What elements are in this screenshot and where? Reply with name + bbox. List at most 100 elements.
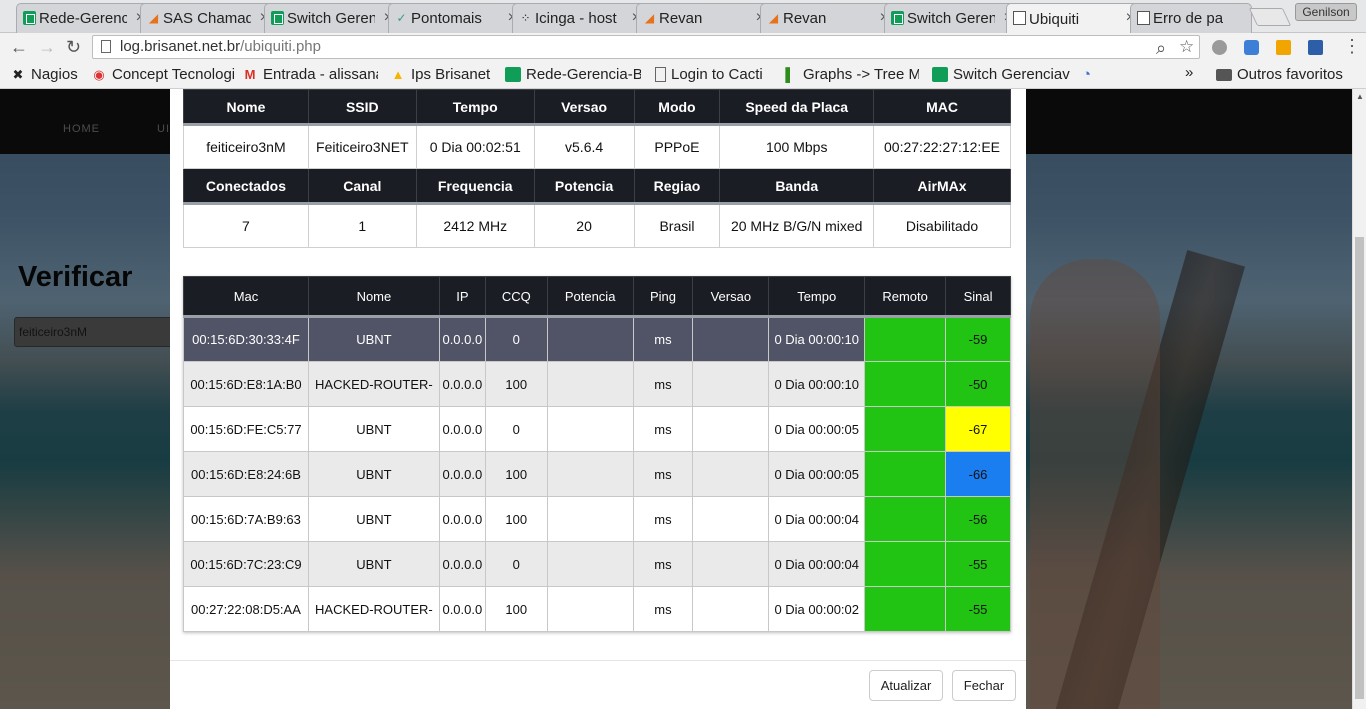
column-header[interactable]: Versao — [692, 276, 770, 318]
device-info-table: Nome SSID Tempo Versao Modo Speed da Placa MAC… — [183, 89, 1011, 248]
reload-icon[interactable]: ↻ — [66, 37, 81, 58]
browser-toolbar: ← → ↻ log.brisanet.net.br/ubiquiti.php ⌕… — [0, 33, 1366, 61]
cell-remoto — [864, 586, 947, 632]
cell-potencia — [546, 406, 634, 452]
column-header[interactable]: Nome — [307, 276, 440, 318]
cell-ccq: 0 — [484, 316, 548, 362]
address-bar[interactable]: log.brisanet.net.br/ubiquiti.php ⌕ ☆ — [92, 35, 1200, 59]
forward-icon[interactable]: → — [38, 37, 56, 58]
table-row[interactable]: 00:15:6D:E8:24:6B UBNT 0.0.0.0 100 ms 0 Dia 0… — [183, 451, 1011, 497]
tab-pontomais[interactable]: ✓ Pontomais × — [388, 3, 526, 33]
menu-icon[interactable]: ⋮ — [1343, 36, 1361, 57]
sheet-icon — [891, 11, 904, 25]
doc-icon — [655, 67, 666, 82]
cell-mac: 00:15:6D:E8:24:6B — [183, 451, 309, 497]
cell-tempo: 0 Dia 00:00:05 — [768, 406, 866, 452]
info-value-cell: 1 — [307, 203, 417, 248]
page-scrollbar[interactable]: ▲ — [1352, 89, 1366, 709]
column-header[interactable]: Mac — [183, 276, 309, 318]
tab-title: Ubiquiti — [1029, 10, 1080, 28]
cell-versao — [692, 316, 770, 362]
cell-ccq: 0 — [484, 406, 548, 452]
column-header[interactable]: Remoto — [864, 276, 947, 318]
bookmarks-bar: ✖ Nagios ◉ Concept Tecnologia M Entrada … — [0, 61, 1366, 89]
new-tab-button[interactable] — [1248, 8, 1292, 26]
refresh-button[interactable]: Atualizar — [869, 670, 943, 701]
tab-sas-chamados[interactable]: ◢ SAS Chamados × — [140, 3, 278, 33]
cell-versao — [692, 361, 770, 407]
info-header-cell: Banda — [719, 168, 875, 205]
table-row[interactable]: 00:15:6D:FE:C5:77 UBNT 0.0.0.0 0 ms 0 Dia 00:… — [183, 406, 1011, 452]
bookmark-rede-gerencia[interactable]: Rede-Gerencia-Brisanet — [505, 66, 641, 83]
column-header[interactable]: Potencia — [546, 276, 634, 318]
bookmark-nagios[interactable]: ✖ Nagios — [10, 66, 82, 83]
column-header[interactable]: CCQ — [484, 276, 548, 318]
bookmark-gmail[interactable]: M Entrada - alissana — [242, 66, 378, 83]
tab-erro-de-pagina[interactable]: Erro de pagina — [1130, 3, 1252, 33]
sheet-icon — [932, 67, 948, 82]
cell-ccq: 0 — [484, 541, 548, 587]
info-value-cell: Disabilitado — [873, 203, 1011, 248]
bookmark-concept[interactable]: ◉ Concept Tecnologia — [91, 66, 234, 83]
zoom-icon[interactable]: ⌕ — [1156, 37, 1166, 59]
tab-revan-1[interactable]: ◢ Revan × — [636, 3, 774, 33]
bookmark-cacti-graphs[interactable]: ▌ Graphs -> Tree Mode — [782, 66, 919, 83]
gmail-icon: M — [244, 67, 256, 82]
tab-icinga[interactable]: ⁘ Icinga - host × — [512, 3, 650, 33]
bookmarks-overflow-icon[interactable]: » — [1185, 64, 1193, 81]
back-icon[interactable]: ← — [10, 37, 28, 58]
table-row[interactable]: 00:15:6D:7A:B9:63 UBNT 0.0.0.0 100 ms 0 Dia 0… — [183, 496, 1011, 542]
extension-globe-icon[interactable] — [1212, 40, 1227, 55]
cell-ccq: 100 — [484, 361, 548, 407]
tab-rede-gerencia[interactable]: Rede-Gerencia × — [16, 3, 154, 33]
column-header[interactable]: IP — [438, 276, 486, 318]
info-header-cell: Frequencia — [415, 168, 535, 205]
info-header-cell: Nome — [183, 89, 309, 126]
check-icon: ✓ — [396, 11, 407, 25]
scroll-thumb[interactable] — [1355, 237, 1364, 699]
cell-mac: 00:15:6D:7C:23:C9 — [183, 541, 309, 587]
column-header[interactable]: Sinal — [945, 276, 1011, 318]
table-row[interactable]: 00:27:22:08:D5:AA HACKED-ROUTER- 0.0.0.0 10… — [183, 586, 1011, 632]
cell-sinal: -59 — [945, 316, 1011, 362]
cell-mac: 00:15:6D:E8:1A:B0 — [183, 361, 309, 407]
table-row[interactable]: 00:15:6D:7C:23:C9 UBNT 0.0.0.0 0 ms 0 Dia 00:… — [183, 541, 1011, 587]
rss-icon[interactable]: ◔ — [1082, 66, 1091, 83]
bookmark-switch-gerenciavel[interactable]: Switch Gerenciavel — [932, 66, 1070, 83]
cell-ip: 0.0.0.0 — [438, 496, 486, 542]
bookmark-cacti-login[interactable]: Login to Cacti — [655, 66, 773, 83]
cell-ping: ms — [632, 316, 694, 362]
cell-versao — [692, 586, 770, 632]
close-button[interactable]: Fechar — [952, 670, 1016, 701]
bookmark-label: Login to Cacti — [671, 66, 763, 83]
cell-ccq: 100 — [484, 586, 548, 632]
tab-switch-gerencia-2[interactable]: Switch Gerencia × — [884, 3, 1022, 33]
cell-ip: 0.0.0.0 — [438, 541, 486, 587]
folder-icon — [1216, 68, 1232, 81]
extension-translate-icon[interactable] — [1244, 40, 1259, 55]
tab-switch-gerencia[interactable]: Switch Gerencia × — [264, 3, 402, 33]
extension-network-icon[interactable] — [1308, 40, 1323, 55]
column-header[interactable]: Tempo — [768, 276, 866, 318]
tab-title: Erro de pagina — [1153, 10, 1223, 27]
column-header[interactable]: Ping — [632, 276, 694, 318]
bookmark-ips[interactable]: ▲ Ips Brisanet — [390, 66, 500, 83]
cell-potencia — [546, 316, 634, 362]
table-row[interactable]: 00:15:6D:30:33:4F UBNT 0.0.0.0 0 ms 0 Dia 00:… — [183, 316, 1011, 362]
cell-versao — [692, 541, 770, 587]
scroll-up-arrow[interactable]: ▲ — [1356, 92, 1364, 101]
extension-audio-icon[interactable] — [1276, 40, 1291, 55]
url-host: log.brisanet.net.br — [120, 38, 241, 55]
info-value-cell: 7 — [183, 203, 309, 248]
table-row[interactable]: 00:15:6D:E8:1A:B0 HACKED-ROUTER- 0.0.0.0 10… — [183, 361, 1011, 407]
profile-button[interactable]: Genilson — [1295, 3, 1357, 21]
bookmark-star-icon[interactable]: ☆ — [1179, 36, 1194, 58]
flame-icon: ◢ — [644, 11, 655, 25]
tab-revan-2[interactable]: ◢ Revan × — [760, 3, 898, 33]
cell-ip: 0.0.0.0 — [438, 316, 486, 362]
cell-nome: UBNT — [307, 406, 440, 452]
tab-ubiquiti[interactable]: Ubiquiti × — [1006, 3, 1144, 34]
cell-nome: UBNT — [307, 316, 440, 362]
other-bookmarks[interactable]: Outros favoritos — [1216, 66, 1343, 83]
cell-potencia — [546, 586, 634, 632]
